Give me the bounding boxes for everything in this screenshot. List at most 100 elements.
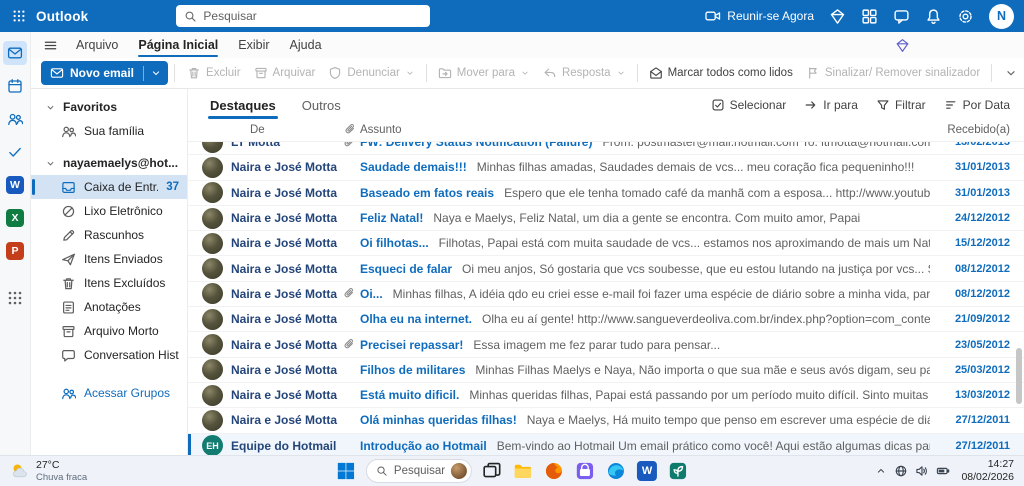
- email-received-date: 27/12/2011: [955, 414, 1010, 427]
- scrollbar-thumb[interactable]: [1016, 347, 1022, 404]
- folder-caixa-de-entr[interactable]: Caixa de Entr... 37: [31, 175, 187, 199]
- folder-itens-excluidos[interactable]: Itens Excluídos: [31, 271, 187, 295]
- premium-icon[interactable]: [829, 8, 846, 25]
- selecionar-button[interactable]: Selecionar: [711, 98, 786, 112]
- email-row[interactable]: Naira e José Motta Saudade demais!!! Minha…: [188, 155, 1024, 181]
- tab-destaques[interactable]: Destaques: [208, 89, 278, 121]
- mail-icon: [7, 45, 23, 61]
- menu-item-pagina-inicial[interactable]: Página Inicial: [138, 32, 218, 58]
- rail-item-calendar[interactable]: [3, 74, 27, 98]
- ir-para-button[interactable]: Ir para: [804, 98, 858, 112]
- menu-item-arquivo[interactable]: Arquivo: [76, 32, 118, 58]
- menu-item-ajuda[interactable]: Ajuda: [290, 32, 322, 58]
- toolbar-resposta-button[interactable]: Resposta: [537, 61, 632, 85]
- email-row[interactable]: Naira e José Motta Olá minhas queridas fi…: [188, 408, 1024, 434]
- email-row[interactable]: Naira e José Motta Filhos de militares Min…: [188, 357, 1024, 383]
- word-icon: W: [637, 461, 658, 481]
- por-data-button[interactable]: Por Data: [944, 98, 1010, 112]
- access-groups-link[interactable]: Acessar Grupos: [31, 381, 187, 405]
- collapse-ribbon-icon[interactable]: [1004, 66, 1018, 80]
- meet-now-button[interactable]: Reunir-se Agora: [705, 8, 814, 24]
- store-icon: [575, 461, 595, 481]
- folder-lixo-eletronico[interactable]: Lixo Eletrônico: [31, 199, 187, 223]
- email-row[interactable]: Naira e José Motta Esqueci de falar Oi meu…: [188, 256, 1024, 282]
- folder-conversation-hist[interactable]: Conversation Hist...: [31, 343, 187, 367]
- network-icon[interactable]: [894, 464, 908, 478]
- hamburger-icon[interactable]: [43, 38, 58, 53]
- account-avatar[interactable]: N: [989, 3, 1014, 29]
- trash-icon: [61, 276, 76, 291]
- rail-item-powerpoint[interactable]: P: [3, 239, 27, 263]
- column-received[interactable]: Recebido(a): [947, 124, 1010, 136]
- firefox-button[interactable]: [543, 460, 565, 482]
- attachment-column-icon[interactable]: [344, 123, 357, 136]
- new-email-button[interactable]: Novo email: [41, 61, 169, 85]
- toolbar-mover-para-button[interactable]: Mover para: [432, 61, 536, 85]
- tab-outros[interactable]: Outros: [300, 89, 343, 121]
- feedback-icon[interactable]: [893, 8, 910, 25]
- column-from[interactable]: De: [250, 124, 265, 136]
- rail-item-mail[interactable]: [3, 41, 27, 65]
- new-email-main[interactable]: Novo email: [41, 66, 143, 80]
- email-summary: Precisei repassar! Essa imagem me fez par…: [360, 338, 930, 352]
- premium-diamond-icon[interactable]: [895, 38, 910, 53]
- store-button[interactable]: [574, 460, 596, 482]
- email-subject: Esqueci de falar: [360, 261, 453, 276]
- unread-count-badge: 37: [166, 181, 179, 193]
- task-view-button[interactable]: [481, 460, 503, 482]
- rail-item-to-do[interactable]: [3, 140, 27, 164]
- column-subject[interactable]: Assunto: [360, 124, 402, 136]
- folder-anotacoes[interactable]: Anotações: [31, 295, 187, 319]
- word-button[interactable]: W: [636, 460, 658, 482]
- email-row[interactable]: Naira e José Motta Oi filhotas... Filhotas…: [188, 231, 1024, 257]
- account-header[interactable]: nayaemaelys@hot...: [31, 151, 187, 175]
- rail-item-excel[interactable]: X: [3, 206, 27, 230]
- notifications-icon[interactable]: [925, 8, 942, 25]
- rail-item-more-apps[interactable]: [3, 286, 27, 310]
- favorites-header[interactable]: Favoritos: [31, 95, 187, 119]
- email-row[interactable]: Naira e José Motta Olha eu na internet. Ol…: [188, 307, 1024, 333]
- sender-avatar: [202, 283, 223, 305]
- toolbar-marcar-todos-como-lidos-button[interactable]: Marcar todos como lidos: [643, 61, 799, 85]
- powerpoint-icon: P: [6, 242, 24, 260]
- start-button[interactable]: [335, 460, 357, 482]
- app-launcher-icon[interactable]: [12, 9, 26, 23]
- toolbar-excluir-button[interactable]: Excluir: [181, 61, 247, 85]
- email-rows: LT Motta FW: Delivery Status Notification…: [188, 142, 1024, 455]
- weather-widget[interactable]: 27°C Chuva fraca: [10, 459, 87, 483]
- toolbar-sinalizar-remover-sinalizador-button[interactable]: Sinalizar/ Remover sinalizador: [800, 61, 986, 85]
- folder-itens-enviados[interactable]: Itens Enviados: [31, 247, 187, 271]
- clock[interactable]: 14:27 08/02/2026: [961, 458, 1014, 484]
- filtrar-button[interactable]: Filtrar: [876, 98, 926, 112]
- menu-item-exibir[interactable]: Exibir: [238, 32, 269, 58]
- junk-icon: [61, 204, 76, 219]
- toolbar-denunciar-button[interactable]: Denunciar: [322, 61, 420, 85]
- toolbar-arquivar-button[interactable]: Arquivar: [248, 61, 322, 85]
- tray-expand-icon[interactable]: [875, 465, 887, 477]
- email-preview: Naya e Maelys, Há muito tempo que penso …: [526, 413, 930, 428]
- folder-sua-familia[interactable]: Sua família: [31, 119, 187, 143]
- chevron-down-icon[interactable]: [150, 67, 162, 79]
- folder-rascunhos[interactable]: Rascunhos: [31, 223, 187, 247]
- email-row[interactable]: LT Motta FW: Delivery Status Notification…: [188, 142, 1024, 156]
- edge-button[interactable]: [605, 460, 627, 482]
- microsoft-365-button[interactable]: [667, 460, 689, 482]
- taskbar-search[interactable]: Pesquisar: [365, 459, 473, 483]
- scrollbar[interactable]: [1016, 143, 1022, 453]
- rail-item-people[interactable]: [3, 107, 27, 131]
- email-row[interactable]: Naira e José Motta Feliz Natal! Naya e Mae…: [188, 205, 1024, 232]
- rail-item-word[interactable]: W: [3, 173, 27, 197]
- email-row[interactable]: EH Equipe do Hotmail Introdução ao Hotmail…: [188, 433, 1024, 455]
- apps-icon[interactable]: [861, 8, 878, 25]
- folder-arquivo-morto[interactable]: Arquivo Morto: [31, 319, 187, 343]
- volume-icon[interactable]: [915, 464, 929, 478]
- email-row[interactable]: Naira e José Motta Baseado em fatos reais…: [188, 180, 1024, 206]
- file-explorer-button[interactable]: [512, 460, 534, 482]
- email-row[interactable]: Naira e José Motta Oi... Minhas filhas, A …: [188, 281, 1024, 308]
- search-input[interactable]: Pesquisar: [176, 5, 431, 27]
- battery-icon[interactable]: [936, 464, 950, 478]
- email-row[interactable]: Naira e José Motta Precisei repassar! Essa…: [188, 332, 1024, 358]
- meet-now-label: Reunir-se Agora: [727, 9, 814, 23]
- settings-icon[interactable]: [957, 8, 974, 25]
- email-row[interactable]: Naira e José Motta Está muito dificil. Min…: [188, 382, 1024, 409]
